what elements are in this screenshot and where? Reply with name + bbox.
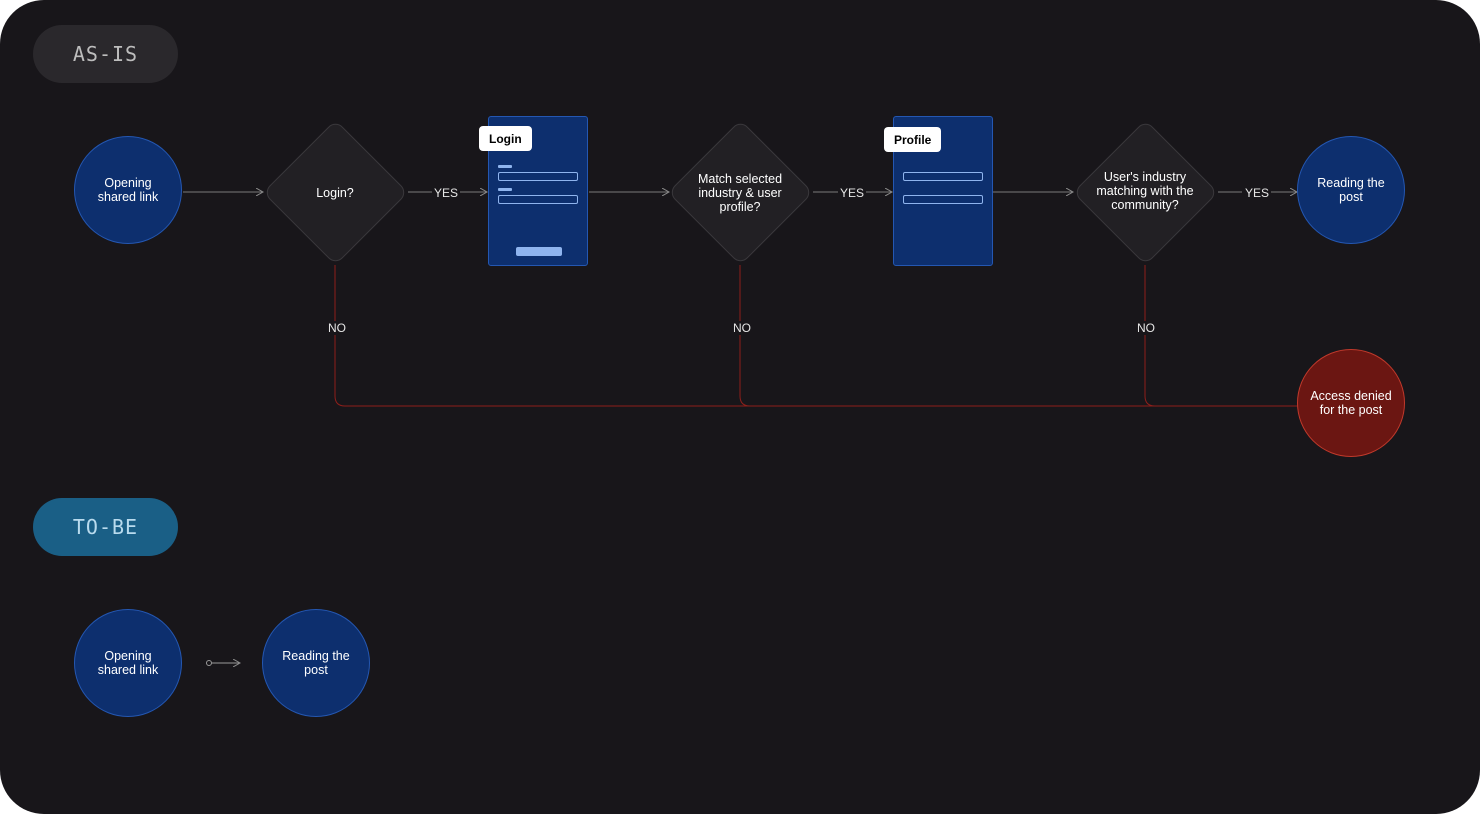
asis-start-label: Opening shared link xyxy=(97,176,159,204)
login-screen-tag: Login xyxy=(479,126,532,151)
login-field-1 xyxy=(498,172,578,181)
match-yes-label: YES xyxy=(838,186,867,200)
tobe-start-node: Opening shared link xyxy=(74,609,182,717)
edge-industry-no xyxy=(1144,265,1156,407)
industry-yes-label: YES xyxy=(1243,186,1272,200)
login-yes-label: YES xyxy=(432,186,461,200)
login-submit-mock-button xyxy=(516,247,562,256)
profile-field-1 xyxy=(903,172,983,181)
tobe-edge-origin xyxy=(206,660,212,666)
profile-screen-tag: Profile xyxy=(884,127,942,152)
industry-no-label: NO xyxy=(1135,321,1157,335)
connector-layer xyxy=(183,0,1298,814)
login-no-label: NO xyxy=(326,321,348,335)
asis-start-node: Opening shared link xyxy=(74,136,182,244)
profile-field-2 xyxy=(903,195,983,204)
login-decision-label: Login? xyxy=(316,186,354,200)
login-field-label-1 xyxy=(498,165,512,168)
login-field-2 xyxy=(498,195,578,204)
login-field-label-2 xyxy=(498,188,512,191)
access-denied-label: Access denied for the post xyxy=(1310,389,1392,417)
asis-success-label: Reading the post xyxy=(1317,176,1385,204)
tobe-start-label: Opening shared link xyxy=(97,649,159,677)
tobe-end-node: Reading the post xyxy=(262,609,370,717)
access-denied-node: Access denied for the post xyxy=(1297,349,1405,457)
tobe-end-label: Reading the post xyxy=(282,649,350,677)
industry-decision-label: User's industry matching with the commun… xyxy=(1096,170,1194,212)
match-no-label: NO xyxy=(731,321,753,335)
match-decision-label: Match selected industry & user profile? xyxy=(697,172,783,214)
diagram-canvas: AS-IS TO-BE Opening shared link Login? L… xyxy=(0,0,1480,814)
edge-login-no xyxy=(334,265,1298,407)
edge-match-no xyxy=(739,265,751,407)
to-be-section-label: TO-BE xyxy=(33,498,178,556)
as-is-section-label: AS-IS xyxy=(33,25,178,83)
asis-success-node: Reading the post xyxy=(1297,136,1405,244)
